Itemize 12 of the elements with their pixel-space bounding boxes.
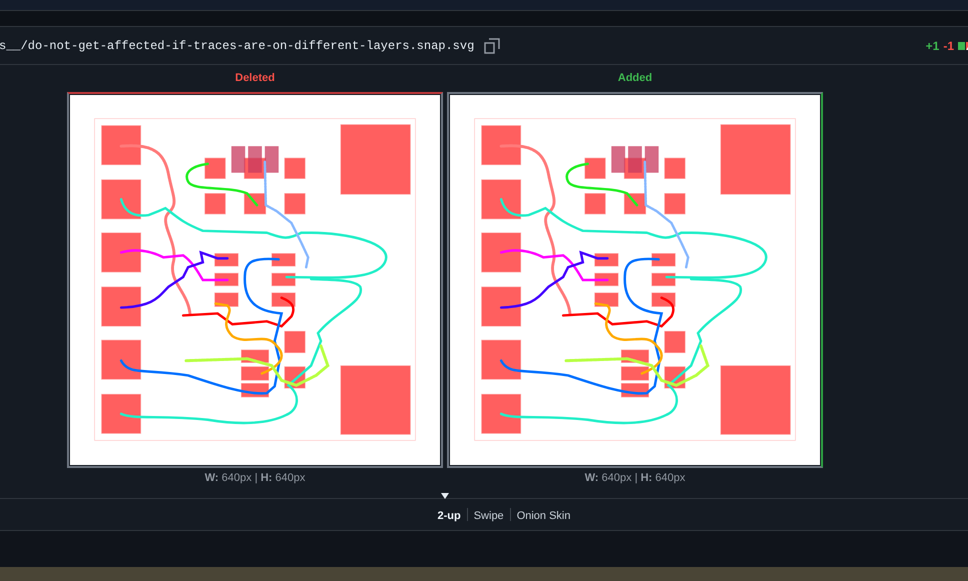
- pointer-icon: [441, 492, 450, 498]
- deletions-count: -1: [943, 38, 954, 52]
- image-dimensions: W: 640px | H: 640px: [584, 472, 686, 484]
- view-mode-tab[interactable]: Onion Skin: [510, 510, 576, 522]
- view-mode-tab[interactable]: Swipe: [468, 510, 510, 522]
- image-dimensions: W: 640px | H: 640px: [204, 472, 306, 484]
- file-path: s__/do-not-get-affected-if-traces-are-on-different-layers.snap.svg: [0, 38, 474, 52]
- view-mode-tab[interactable]: 2-up: [431, 510, 467, 522]
- additions-count: +1: [926, 38, 940, 52]
- pane-label: Deleted: [235, 71, 275, 86]
- copy-icon[interactable]: [484, 38, 500, 54]
- pane-label: Added: [618, 71, 652, 86]
